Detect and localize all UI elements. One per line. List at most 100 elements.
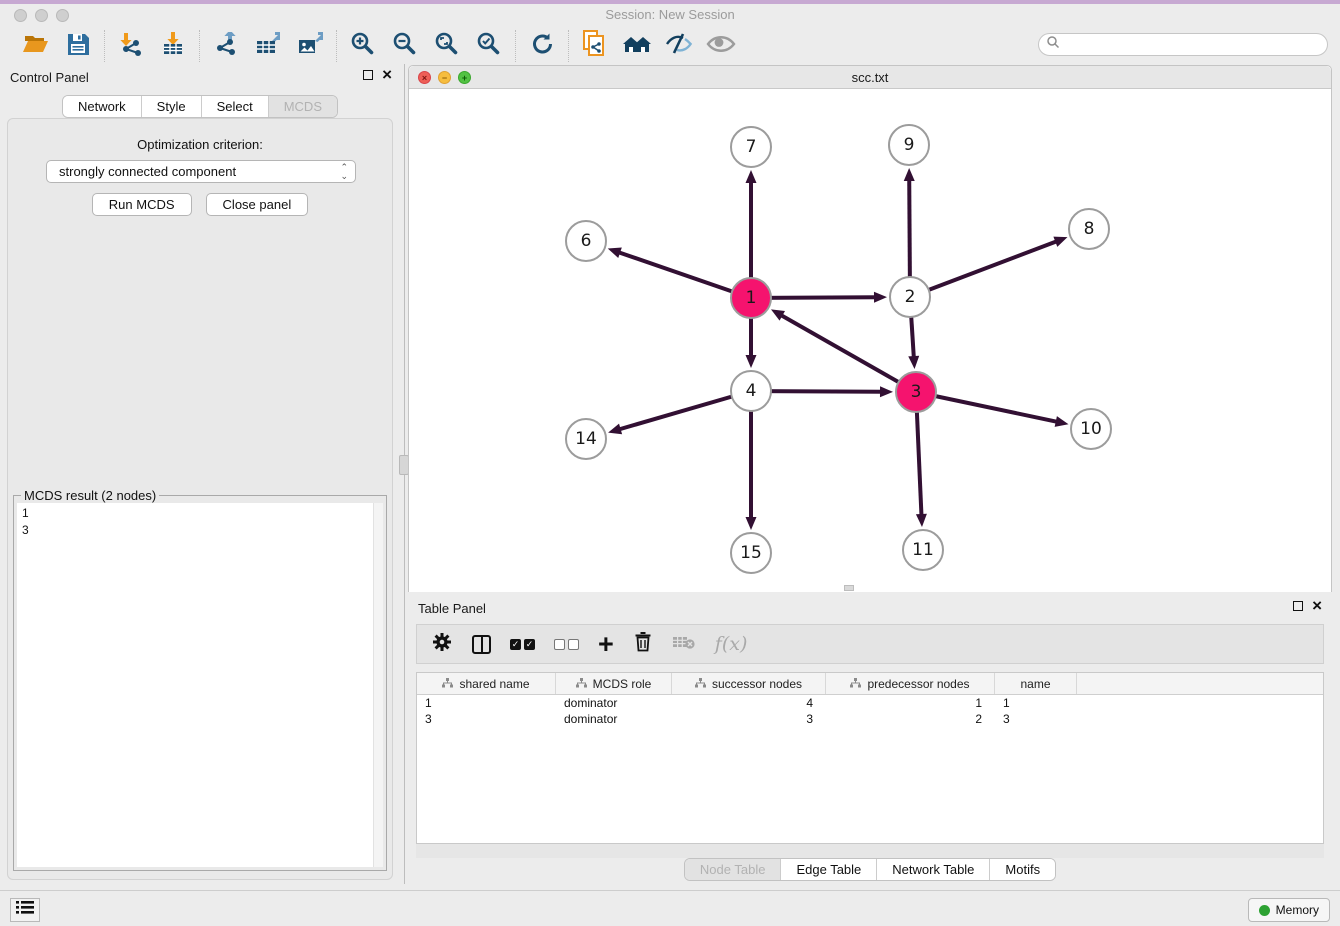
column-header-shared-name[interactable]: shared name	[417, 673, 556, 694]
import-network-button[interactable]	[117, 32, 145, 60]
control-panel-title: Control Panel	[10, 70, 89, 85]
open-session-button[interactable]	[22, 32, 50, 60]
tab-style[interactable]: Style	[141, 96, 201, 117]
graph-node-14[interactable]: 14	[565, 418, 607, 460]
mcds-result-text[interactable]: 1 3	[17, 503, 373, 867]
column-header-name[interactable]: name	[995, 673, 1077, 694]
table-cell[interactable]: 3	[417, 711, 556, 727]
graph-node-11[interactable]: 11	[902, 529, 944, 571]
graph-arrowhead	[904, 168, 915, 181]
graph-node-8[interactable]: 8	[1068, 208, 1110, 250]
table-cell[interactable]: 1	[995, 695, 1077, 711]
delete-column-button[interactable]	[633, 631, 653, 658]
network-window-titlebar[interactable]: × − + scc.txt	[409, 66, 1331, 89]
graph-node-6[interactable]: 6	[565, 220, 607, 262]
export-network-button[interactable]	[212, 32, 240, 60]
hierarchy-icon	[695, 677, 706, 691]
result-scrollbar[interactable]	[373, 503, 383, 867]
canvas-resize-handle[interactable]	[844, 585, 854, 591]
list-icon	[16, 900, 34, 920]
graph-arrowhead	[916, 514, 927, 527]
close-table-panel-icon[interactable]: ×	[1312, 599, 1322, 613]
close-panel-icon[interactable]: ×	[382, 68, 392, 82]
graph-node-9[interactable]: 9	[888, 124, 930, 166]
app-window: Session: New Session	[0, 0, 1340, 926]
optimization-criterion-select[interactable]: strongly connected component ⌃⌄	[46, 160, 356, 183]
memory-button[interactable]: Memory	[1248, 898, 1330, 922]
tab-motifs[interactable]: Motifs	[989, 859, 1055, 880]
hide-glyphs-button[interactable]	[665, 32, 693, 60]
network-canvas[interactable]: 7 9 6 8 1 2 4 3 14 10 15 11	[409, 89, 1331, 592]
tab-network-table[interactable]: Network Table	[876, 859, 989, 880]
close-panel-button[interactable]: Close panel	[206, 193, 309, 216]
export-table-button[interactable]	[254, 32, 282, 60]
optimization-criterion-value: strongly connected component	[59, 164, 236, 179]
hierarchy-icon	[850, 677, 861, 691]
column-header-MCDS-role[interactable]: MCDS role	[556, 673, 672, 694]
graph-edge-2-8[interactable]	[910, 241, 1057, 297]
tab-edge-table[interactable]: Edge Table	[780, 859, 876, 880]
save-icon	[66, 32, 90, 61]
import-table-button[interactable]	[159, 32, 187, 60]
graph-node-10[interactable]: 10	[1070, 408, 1112, 450]
home-button[interactable]	[623, 32, 651, 60]
float-table-panel-icon[interactable]	[1293, 601, 1303, 611]
search-input[interactable]	[1038, 33, 1328, 56]
column-header-successor-nodes[interactable]: successor nodes	[672, 673, 826, 694]
table-cell[interactable]: 2	[826, 711, 995, 727]
table-cell[interactable]: 3	[672, 711, 826, 727]
float-panel-icon[interactable]	[363, 70, 373, 80]
column-header-predecessor-nodes[interactable]: predecessor nodes	[826, 673, 995, 694]
table-row[interactable]: 3dominator323	[417, 711, 1323, 727]
graph-node-15[interactable]: 15	[730, 532, 772, 574]
table-cell[interactable]: dominator	[556, 695, 672, 711]
import-table-icon	[161, 32, 185, 61]
memory-status-icon	[1259, 905, 1270, 916]
graph-edge-3-10[interactable]	[916, 392, 1058, 422]
tab-select[interactable]: Select	[201, 96, 268, 117]
tab-network[interactable]: Network	[63, 96, 141, 117]
deselect-all-columns-button[interactable]	[554, 639, 579, 650]
table-cell[interactable]: 4	[672, 695, 826, 711]
network-file-icon	[582, 30, 608, 62]
tab-mcds[interactable]: MCDS	[268, 96, 337, 117]
zoom-in-button[interactable]	[349, 32, 377, 60]
split-pane-icon	[472, 635, 491, 654]
apply-style-button[interactable]	[528, 32, 556, 60]
delete-table-button[interactable]	[672, 634, 696, 655]
show-columns-button[interactable]	[472, 635, 491, 654]
status-bar: Memory	[0, 890, 1340, 926]
graph-node-7[interactable]: 7	[730, 126, 772, 168]
table-settings-button[interactable]	[431, 631, 453, 658]
network-from-file-button[interactable]	[581, 32, 609, 60]
zoom-fit-button[interactable]	[433, 32, 461, 60]
table-cell[interactable]: dominator	[556, 711, 672, 727]
network-window-title: scc.txt	[409, 70, 1331, 85]
graph-node-2[interactable]: 2	[889, 276, 931, 318]
graph-arrowhead	[874, 292, 887, 303]
save-session-button[interactable]	[64, 32, 92, 60]
table-cell[interactable]: 3	[995, 711, 1077, 727]
select-all-columns-button[interactable]: ✓✓	[510, 639, 535, 650]
zoom-selected-button[interactable]	[475, 32, 503, 60]
graph-node-1[interactable]: 1	[730, 277, 772, 319]
run-mcds-button[interactable]: Run MCDS	[92, 193, 192, 216]
create-column-button[interactable]: +	[598, 634, 614, 654]
show-hide-button[interactable]	[707, 32, 735, 60]
eye-slash-icon	[665, 32, 693, 61]
table-cell[interactable]: 1	[417, 695, 556, 711]
table-row[interactable]: 1dominator411	[417, 695, 1323, 711]
graph-edge-3-1[interactable]	[781, 315, 916, 392]
zoom-selected-icon	[476, 31, 502, 62]
tab-node-table[interactable]: Node Table	[685, 859, 781, 880]
gear-icon	[431, 631, 453, 658]
task-history-button[interactable]	[10, 898, 40, 922]
zoom-out-button[interactable]	[391, 32, 419, 60]
function-builder-button[interactable]: f(x)	[715, 633, 748, 655]
graph-node-4[interactable]: 4	[730, 370, 772, 412]
graph-node-3[interactable]: 3	[895, 371, 937, 413]
table-cell[interactable]: 1	[826, 695, 995, 711]
export-image-button[interactable]	[296, 32, 324, 60]
memory-label: Memory	[1276, 903, 1319, 917]
refresh-icon	[530, 32, 555, 61]
